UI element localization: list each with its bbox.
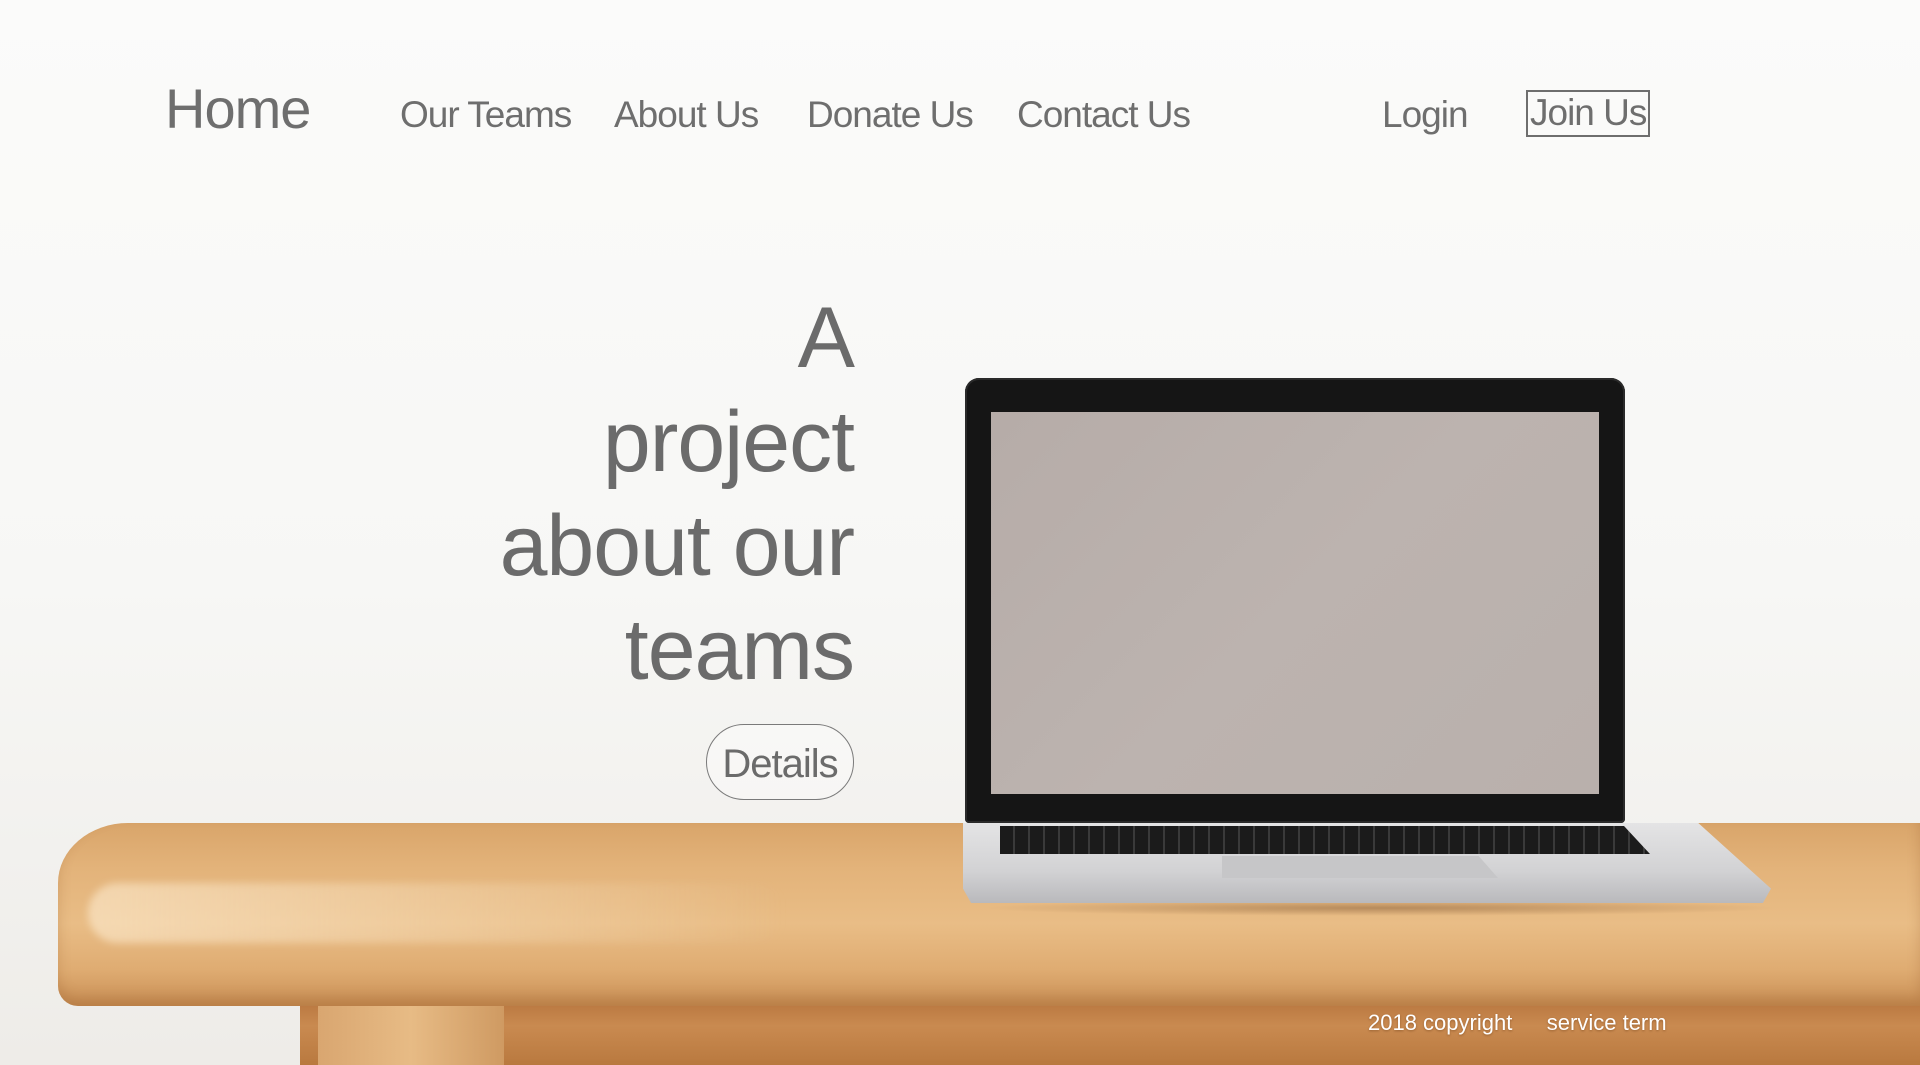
- nav-link-about-us[interactable]: About Us: [614, 94, 759, 136]
- laptop-keyboard: [1000, 826, 1650, 854]
- service-term-link[interactable]: service term: [1547, 1010, 1667, 1035]
- desk-front: [300, 1000, 1920, 1065]
- hero-title-line: A: [797, 290, 855, 386]
- hero-section: A project about our teams Details: [430, 286, 855, 800]
- top-navigation: Home Our Teams About Us Donate Us Contac…: [0, 0, 1920, 180]
- login-link[interactable]: Login: [1382, 94, 1469, 136]
- hero-title-line: teams: [624, 602, 855, 698]
- hero-title-line: project: [602, 394, 855, 490]
- laptop-screen: [991, 412, 1599, 794]
- join-us-button[interactable]: Join Us: [1526, 90, 1651, 137]
- nav-link-contact-us[interactable]: Contact Us: [1017, 94, 1191, 136]
- home-link[interactable]: Home: [165, 76, 311, 141]
- copyright-link[interactable]: 2018 copyright: [1368, 1010, 1512, 1035]
- footer: 2018 copyright service term: [1368, 1010, 1667, 1036]
- details-button[interactable]: Details: [706, 724, 854, 800]
- hero-title: A project about our teams: [430, 286, 855, 702]
- page: Home Our Teams About Us Donate Us Contac…: [0, 0, 1920, 1065]
- laptop-lid: [965, 378, 1625, 823]
- laptop-trackpad: [1222, 856, 1498, 878]
- nav-link-our-teams[interactable]: Our Teams: [400, 94, 572, 136]
- nav-link-donate-us[interactable]: Donate Us: [807, 94, 974, 136]
- desk-leg: [318, 1000, 504, 1065]
- hero-title-line: about our: [499, 498, 855, 594]
